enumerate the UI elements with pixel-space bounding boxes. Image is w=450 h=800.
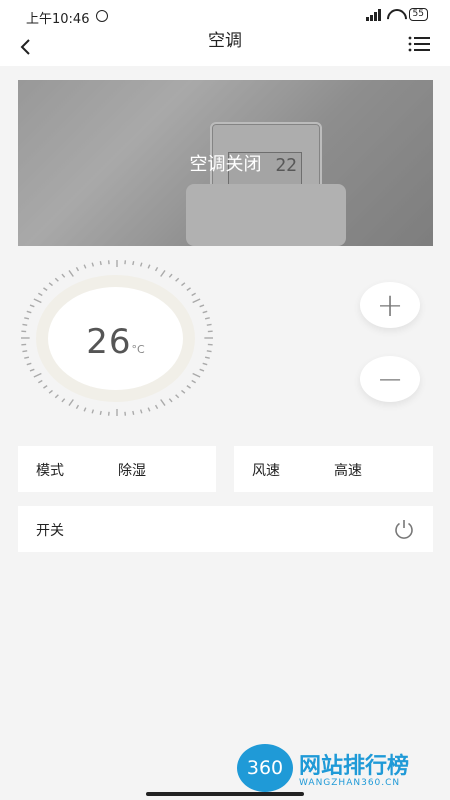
dial-face: 26°C — [48, 287, 183, 390]
dial-tick — [99, 410, 102, 415]
status-icons: 55 — [365, 8, 428, 21]
home-indicator — [146, 792, 304, 796]
dial-tick — [154, 404, 159, 410]
dial-tick — [33, 372, 42, 378]
dial-tick — [181, 282, 186, 287]
dial-tick — [168, 273, 173, 278]
alarm-icon — [96, 10, 108, 22]
dial-tick — [83, 264, 87, 269]
battery-icon: 55 — [408, 8, 428, 21]
dial-tick — [48, 282, 53, 287]
dial-tick — [132, 410, 135, 415]
status-bar: 上午10:46 55 — [0, 0, 450, 32]
dial-tick — [202, 362, 208, 366]
fan-speed-value: 高速 — [334, 463, 362, 479]
dial-tick — [147, 264, 151, 269]
dial-tick — [33, 298, 42, 304]
dial-tick — [139, 409, 143, 414]
dial-tick — [26, 310, 32, 314]
dial-tick — [22, 350, 28, 353]
fan-speed-label: 风速 — [252, 463, 280, 479]
watermark-circle: 360 — [237, 744, 293, 792]
dial-tick — [154, 266, 159, 272]
dial-tick — [43, 385, 48, 389]
dial-tick — [191, 292, 196, 297]
dial-tick — [206, 350, 212, 353]
dial-tick — [206, 323, 212, 326]
dial-tick — [175, 277, 180, 282]
dial-tick — [38, 379, 43, 384]
dial-tick — [186, 385, 191, 389]
dial-tick — [26, 362, 32, 366]
power-switch-label: 开关 — [36, 523, 64, 539]
power-switch-card[interactable]: 开关 — [18, 506, 433, 552]
mode-label: 模式 — [36, 463, 64, 479]
dial-tick — [202, 310, 208, 314]
dial-tick — [186, 287, 191, 291]
dial-tick — [48, 389, 53, 394]
dial-tick — [204, 356, 210, 359]
dial-tick — [191, 379, 196, 384]
fan-speed-card[interactable]: 风速 高速 — [234, 446, 433, 492]
temperature-dial[interactable]: 26°C — [18, 258, 216, 418]
dial-tick — [29, 368, 35, 372]
temperature-unit: °C — [131, 343, 145, 356]
dial-tick — [199, 368, 205, 372]
dial-tick — [61, 398, 66, 403]
temperature-value: 26°C — [86, 322, 145, 362]
mode-value: 除湿 — [118, 463, 146, 479]
dial-tick — [43, 287, 48, 291]
dial-tick — [199, 304, 205, 308]
wifi-icon — [387, 9, 403, 21]
dial-tick — [91, 262, 95, 267]
dial-tick — [160, 270, 166, 277]
dial-tick — [175, 394, 180, 399]
dial-tick — [204, 317, 210, 320]
dial-tick — [139, 262, 143, 267]
device-banner: 22 空调关闭 — [18, 80, 433, 246]
dial-tick — [68, 399, 74, 406]
signal-icon — [365, 8, 381, 21]
dial-tick — [132, 261, 135, 266]
dial-tick — [68, 270, 74, 277]
dial-tick — [54, 277, 59, 282]
decrease-temperature-button[interactable]: − — [360, 356, 420, 402]
dial-tick — [61, 273, 66, 278]
page-title: 空调 — [208, 31, 242, 51]
dial-tick — [24, 317, 30, 320]
dial-tick — [160, 399, 166, 406]
increase-temperature-button[interactable]: + — [360, 282, 420, 328]
dial-tick — [83, 407, 87, 412]
ac-status-label: 空调关闭 — [189, 154, 262, 175]
dial-tick — [38, 292, 43, 297]
dial-tick — [181, 389, 186, 394]
mode-card[interactable]: 模式 除湿 — [18, 446, 216, 492]
top-bar: 空调 — [0, 32, 450, 66]
menu-icon[interactable] — [408, 36, 430, 52]
status-time: 上午10:46 — [26, 12, 90, 27]
dial-tick — [99, 261, 102, 266]
dial-tick — [192, 298, 201, 304]
dial-tick — [24, 356, 30, 359]
watermark-text: 网站排行榜 — [299, 754, 410, 779]
dial-tick — [54, 394, 59, 399]
dial-tick — [91, 409, 95, 414]
dial-tick — [147, 407, 151, 412]
dial-tick — [75, 404, 80, 410]
watermark-subtext: WANGZHAN360.CN — [299, 778, 401, 788]
dial-tick — [29, 304, 35, 308]
dial-tick — [22, 323, 28, 326]
power-icon[interactable] — [393, 518, 415, 540]
dial-tick — [75, 266, 80, 272]
dial-tick — [192, 372, 201, 378]
dial-tick — [168, 398, 173, 403]
